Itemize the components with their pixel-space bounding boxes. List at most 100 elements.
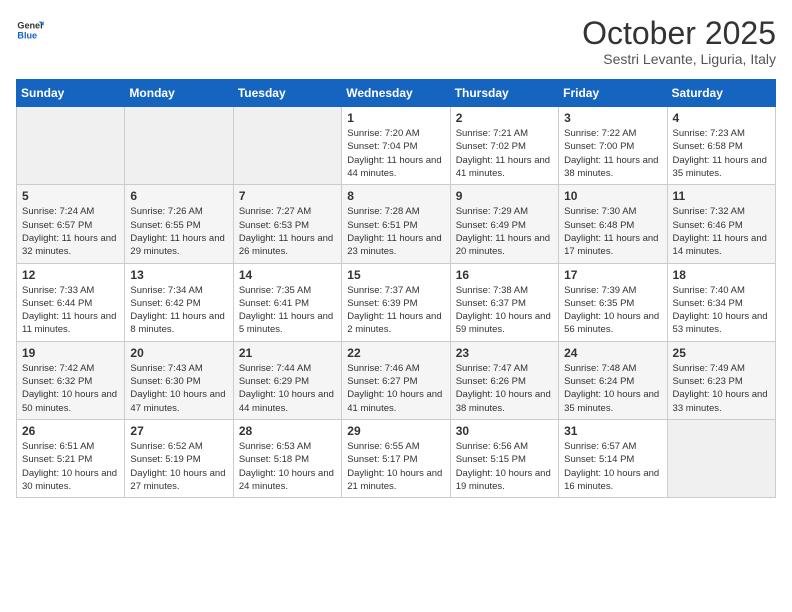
day-info: Sunrise: 7:47 AM Sunset: 6:26 PM Dayligh… <box>456 362 553 415</box>
day-number: 31 <box>564 424 661 438</box>
day-number: 27 <box>130 424 227 438</box>
day-number: 25 <box>673 346 770 360</box>
calendar-cell: 10 Sunrise: 7:30 AM Sunset: 6:48 PM Dayli… <box>559 185 667 263</box>
day-info: Sunrise: 7:44 AM Sunset: 6:29 PM Dayligh… <box>239 362 336 415</box>
day-info: Sunrise: 7:23 AM Sunset: 6:58 PM Dayligh… <box>673 127 770 180</box>
calendar-cell: 23 Sunrise: 7:47 AM Sunset: 6:26 PM Dayli… <box>450 341 558 419</box>
weekday-header-sunday: Sunday <box>17 80 125 107</box>
day-number: 21 <box>239 346 336 360</box>
calendar-cell: 5Sunrise: 7:24 AM Sunset: 6:57 PM Daylig… <box>17 185 125 263</box>
day-number: 29 <box>347 424 444 438</box>
calendar-cell: 4 Sunrise: 7:23 AM Sunset: 6:58 PM Daylig… <box>667 107 775 185</box>
weekday-header-friday: Friday <box>559 80 667 107</box>
svg-text:Blue: Blue <box>17 30 37 40</box>
calendar-cell: 20 Sunrise: 7:43 AM Sunset: 6:30 PM Dayli… <box>125 341 233 419</box>
day-number: 1 <box>347 111 444 125</box>
day-info: Sunrise: 7:22 AM Sunset: 7:00 PM Dayligh… <box>564 127 661 180</box>
calendar-cell: 15 Sunrise: 7:37 AM Sunset: 6:39 PM Dayli… <box>342 263 450 341</box>
calendar-cell: 2 Sunrise: 7:21 AM Sunset: 7:02 PM Daylig… <box>450 107 558 185</box>
day-info: Sunrise: 7:38 AM Sunset: 6:37 PM Dayligh… <box>456 284 553 337</box>
day-number: 12 <box>22 268 119 282</box>
weekday-header-row: SundayMondayTuesdayWednesdayThursdayFrid… <box>17 80 776 107</box>
page-header: General Blue October 2025 Sestri Levante… <box>16 16 776 67</box>
day-info: Sunrise: 7:48 AM Sunset: 6:24 PM Dayligh… <box>564 362 661 415</box>
calendar-cell: 17Sunrise: 7:39 AM Sunset: 6:35 PM Dayli… <box>559 263 667 341</box>
day-number: 10 <box>564 189 661 203</box>
day-number: 26 <box>22 424 119 438</box>
day-info: Sunrise: 7:32 AM Sunset: 6:46 PM Dayligh… <box>673 205 770 258</box>
month-title: October 2025 <box>582 16 776 51</box>
calendar-week-row: 12 Sunrise: 7:33 AM Sunset: 6:44 PM Dayli… <box>17 263 776 341</box>
day-info: Sunrise: 7:40 AM Sunset: 6:34 PM Dayligh… <box>673 284 770 337</box>
day-number: 30 <box>456 424 553 438</box>
calendar-cell: 24 Sunrise: 7:48 AM Sunset: 6:24 PM Dayli… <box>559 341 667 419</box>
day-number: 18 <box>673 268 770 282</box>
day-info: Sunrise: 7:27 AM Sunset: 6:53 PM Dayligh… <box>239 205 336 258</box>
day-number: 2 <box>456 111 553 125</box>
calendar-cell <box>233 107 341 185</box>
day-number: 15 <box>347 268 444 282</box>
day-number: 22 <box>347 346 444 360</box>
calendar-cell: 18 Sunrise: 7:40 AM Sunset: 6:34 PM Dayli… <box>667 263 775 341</box>
calendar-cell: 30 Sunrise: 6:56 AM Sunset: 5:15 PM Dayli… <box>450 419 558 497</box>
day-info: Sunrise: 7:28 AM Sunset: 6:51 PM Dayligh… <box>347 205 444 258</box>
calendar-week-row: 26 Sunrise: 6:51 AM Sunset: 5:21 PM Dayli… <box>17 419 776 497</box>
day-info: Sunrise: 7:21 AM Sunset: 7:02 PM Dayligh… <box>456 127 553 180</box>
day-number: 19 <box>22 346 119 360</box>
day-info: Sunrise: 7:42 AM Sunset: 6:32 PM Dayligh… <box>22 362 119 415</box>
day-info: Sunrise: 6:52 AM Sunset: 5:19 PM Dayligh… <box>130 440 227 493</box>
day-info: Sunrise: 7:39 AM Sunset: 6:35 PM Dayligh… <box>564 284 661 337</box>
calendar-cell <box>17 107 125 185</box>
day-number: 20 <box>130 346 227 360</box>
weekday-header-monday: Monday <box>125 80 233 107</box>
calendar-cell: 9Sunrise: 7:29 AM Sunset: 6:49 PM Daylig… <box>450 185 558 263</box>
calendar-cell: 14 Sunrise: 7:35 AM Sunset: 6:41 PM Dayli… <box>233 263 341 341</box>
day-info: Sunrise: 7:29 AM Sunset: 6:49 PM Dayligh… <box>456 205 553 258</box>
day-info: Sunrise: 6:56 AM Sunset: 5:15 PM Dayligh… <box>456 440 553 493</box>
calendar-cell: 29Sunrise: 6:55 AM Sunset: 5:17 PM Dayli… <box>342 419 450 497</box>
day-info: Sunrise: 7:37 AM Sunset: 6:39 PM Dayligh… <box>347 284 444 337</box>
calendar-cell: 8Sunrise: 7:28 AM Sunset: 6:51 PM Daylig… <box>342 185 450 263</box>
weekday-header-tuesday: Tuesday <box>233 80 341 107</box>
weekday-header-thursday: Thursday <box>450 80 558 107</box>
calendar-cell: 3 Sunrise: 7:22 AM Sunset: 7:00 PM Daylig… <box>559 107 667 185</box>
day-number: 13 <box>130 268 227 282</box>
calendar-cell <box>667 419 775 497</box>
calendar-cell: 28 Sunrise: 6:53 AM Sunset: 5:18 PM Dayli… <box>233 419 341 497</box>
day-info: Sunrise: 7:20 AM Sunset: 7:04 PM Dayligh… <box>347 127 444 180</box>
day-number: 4 <box>673 111 770 125</box>
day-number: 28 <box>239 424 336 438</box>
calendar-cell: 22 Sunrise: 7:46 AM Sunset: 6:27 PM Dayli… <box>342 341 450 419</box>
calendar-cell: 12 Sunrise: 7:33 AM Sunset: 6:44 PM Dayli… <box>17 263 125 341</box>
day-info: Sunrise: 7:26 AM Sunset: 6:55 PM Dayligh… <box>130 205 227 258</box>
day-info: Sunrise: 7:43 AM Sunset: 6:30 PM Dayligh… <box>130 362 227 415</box>
calendar-cell: 7 Sunrise: 7:27 AM Sunset: 6:53 PM Daylig… <box>233 185 341 263</box>
day-info: Sunrise: 6:51 AM Sunset: 5:21 PM Dayligh… <box>22 440 119 493</box>
calendar-cell: 26 Sunrise: 6:51 AM Sunset: 5:21 PM Dayli… <box>17 419 125 497</box>
day-info: Sunrise: 6:53 AM Sunset: 5:18 PM Dayligh… <box>239 440 336 493</box>
day-number: 24 <box>564 346 661 360</box>
calendar-cell: 11Sunrise: 7:32 AM Sunset: 6:46 PM Dayli… <box>667 185 775 263</box>
calendar-cell: 19 Sunrise: 7:42 AM Sunset: 6:32 PM Dayli… <box>17 341 125 419</box>
day-info: Sunrise: 7:35 AM Sunset: 6:41 PM Dayligh… <box>239 284 336 337</box>
day-number: 23 <box>456 346 553 360</box>
location-title: Sestri Levante, Liguria, Italy <box>582 51 776 67</box>
day-number: 7 <box>239 189 336 203</box>
day-info: Sunrise: 7:49 AM Sunset: 6:23 PM Dayligh… <box>673 362 770 415</box>
day-info: Sunrise: 7:30 AM Sunset: 6:48 PM Dayligh… <box>564 205 661 258</box>
day-info: Sunrise: 7:34 AM Sunset: 6:42 PM Dayligh… <box>130 284 227 337</box>
title-section: October 2025 Sestri Levante, Liguria, It… <box>582 16 776 67</box>
calendar-week-row: 1 Sunrise: 7:20 AM Sunset: 7:04 PM Daylig… <box>17 107 776 185</box>
calendar-cell <box>125 107 233 185</box>
calendar-week-row: 5Sunrise: 7:24 AM Sunset: 6:57 PM Daylig… <box>17 185 776 263</box>
day-number: 14 <box>239 268 336 282</box>
calendar-cell: 31Sunrise: 6:57 AM Sunset: 5:14 PM Dayli… <box>559 419 667 497</box>
day-number: 16 <box>456 268 553 282</box>
calendar-cell: 21 Sunrise: 7:44 AM Sunset: 6:29 PM Dayli… <box>233 341 341 419</box>
day-number: 5 <box>22 189 119 203</box>
calendar-week-row: 19 Sunrise: 7:42 AM Sunset: 6:32 PM Dayli… <box>17 341 776 419</box>
day-info: Sunrise: 7:33 AM Sunset: 6:44 PM Dayligh… <box>22 284 119 337</box>
day-info: Sunrise: 7:46 AM Sunset: 6:27 PM Dayligh… <box>347 362 444 415</box>
day-number: 3 <box>564 111 661 125</box>
logo-icon: General Blue <box>16 16 44 44</box>
